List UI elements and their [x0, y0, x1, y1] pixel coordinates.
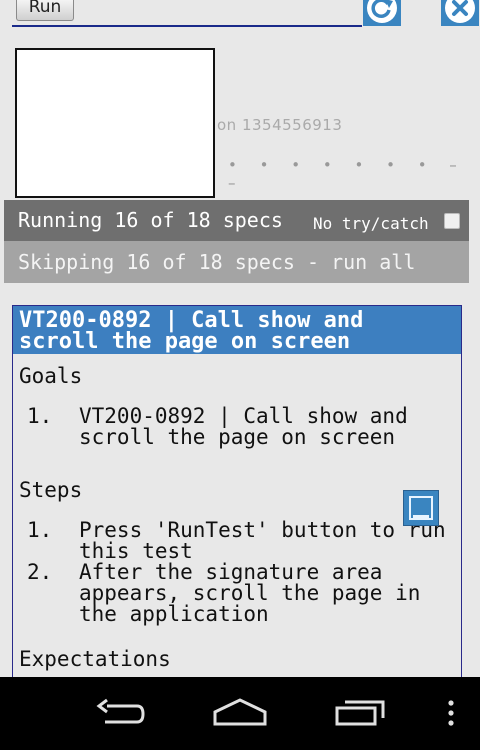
steps-heading: Steps: [19, 478, 83, 502]
signature-dots: • • • • • • • – –: [228, 156, 466, 192]
close-button[interactable]: [441, 0, 479, 26]
list-item-text: Press 'RunTest' button to run this test: [79, 518, 446, 563]
signature-caption: on 1354556913: [217, 116, 343, 134]
reload-button[interactable]: [363, 0, 401, 26]
minimize-button[interactable]: [403, 490, 439, 526]
no-try-catch-label: No try/catch: [313, 214, 429, 233]
reload-icon: [367, 0, 397, 23]
list-item-text: VT200-0892 | Call show and scroll the pa…: [79, 404, 408, 449]
skipping-status-text: Skipping 16 of 18 specs - run all: [18, 250, 416, 274]
more-vert-icon: [448, 700, 454, 726]
list-item-number: 1.: [27, 404, 53, 428]
skipping-run-all-button[interactable]: Skipping 16 of 18 specs - run all: [4, 241, 469, 283]
list-item-text: After the signature area appears, scroll…: [79, 560, 421, 626]
minimize-bar: [413, 515, 429, 518]
back-icon: [96, 698, 145, 724]
no-try-catch-checkbox[interactable]: [444, 213, 460, 229]
toolbar-underline: [12, 25, 362, 27]
overflow-menu-button[interactable]: [416, 691, 480, 735]
spec-panel: VT200-0892 | Call show and scroll the pa…: [12, 305, 462, 685]
running-status-bar: Running 16 of 18 specs No try/catch: [4, 200, 469, 241]
list-item-number: 1.: [27, 518, 53, 542]
list-item-number: 2.: [27, 560, 53, 584]
run-button[interactable]: Run: [16, 0, 74, 21]
signature-box[interactable]: [15, 48, 215, 198]
running-status-text: Running 16 of 18 specs: [18, 208, 283, 232]
goals-list: 1. VT200-0892 | Call show and scroll the…: [13, 406, 461, 448]
back-button[interactable]: [85, 691, 155, 735]
home-icon: [213, 698, 267, 726]
recents-icon: [335, 700, 385, 726]
expectations-heading: Expectations: [19, 647, 171, 671]
goals-heading: Goals: [19, 364, 83, 388]
spec-title: VT200-0892 | Call show and scroll the pa…: [13, 306, 461, 354]
system-nav-bar: [0, 677, 480, 750]
list-item: 1. Press 'RunTest' button to run this te…: [13, 520, 461, 562]
home-button[interactable]: [205, 691, 275, 735]
recents-button[interactable]: [326, 691, 396, 735]
close-icon: [445, 0, 475, 23]
list-item: 1. VT200-0892 | Call show and scroll the…: [13, 406, 461, 448]
list-item: 2. After the signature area appears, scr…: [13, 562, 461, 625]
steps-list: 1. Press 'RunTest' button to run this te…: [13, 520, 461, 625]
toolbar: Run: [0, 0, 480, 28]
